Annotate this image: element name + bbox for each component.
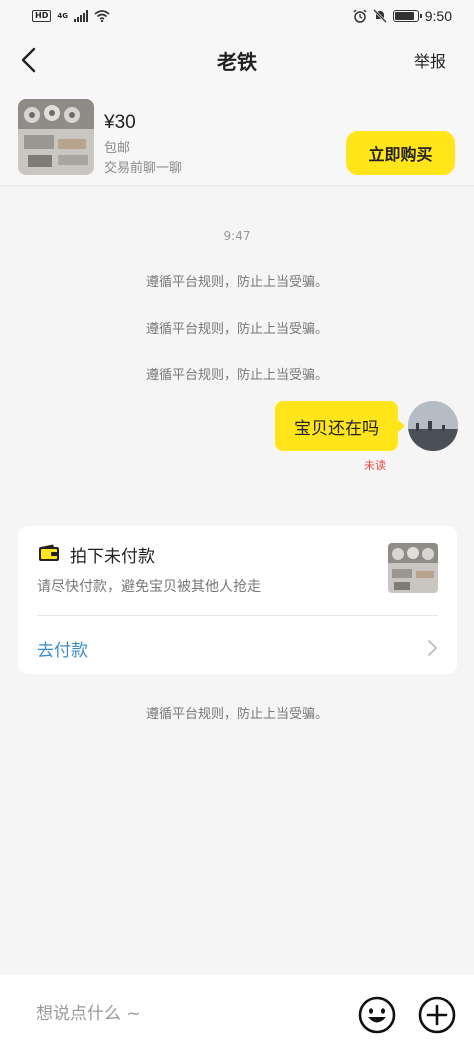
system-notice: 遵循平台规则，防止上当受骗。 [145,275,328,290]
system-notice: 遵循平台规则，防止上当受骗。 [145,368,328,383]
message-input[interactable] [36,999,326,1029]
battery-level-fill [394,12,415,20]
order-card-subtitle: 请尽快付款，避免宝贝被其他人抢走 [37,579,261,595]
unpaid-order-card[interactable]: 拍下未付款 请尽快付款，避免宝贝被其他人抢走 去付款 [18,526,457,674]
signal-icon [73,10,88,22]
battery-icon [392,10,422,22]
chat-area[interactable]: 9:47 遵循平台规则，防止上当受骗。 遵循平台规则，防止上当受骗。 遵循平台规… [0,187,474,975]
alarm-icon [353,9,367,23]
wallet-icon [39,544,59,561]
chevron-right-icon[interactable] [425,638,439,658]
product-header: ¥30 包邮 交易前聊一聊 立即购买 [0,88,474,186]
system-notice: 遵循平台规则，防止上当受骗。 [145,322,328,337]
network-type: 4G [57,12,68,20]
message-timestamp: 9:47 [223,229,251,243]
divider [37,615,438,616]
page-title: 老铁 [217,49,257,74]
avatar[interactable] [408,401,458,451]
clock: 9:50 [424,8,452,24]
wifi-icon [94,10,110,22]
report-button[interactable]: 举报 [414,48,446,72]
system-notice: 遵循平台规则，防止上当受骗。 [145,707,328,722]
nav-bar: 老铁 举报 [0,32,474,88]
product-price: ¥30 [104,112,136,133]
emoji-icon[interactable] [358,996,396,1034]
hd-indicator: HD [32,10,52,22]
composer-bar [0,975,474,1053]
sent-message-bubble[interactable]: 宝贝还在吗 [275,401,405,451]
mute-icon [372,9,387,23]
go-pay-link[interactable]: 去付款 [37,636,88,661]
shipping-label: 包邮 [104,141,131,156]
back-button[interactable] [14,44,46,76]
chevron-left-icon [21,47,36,73]
order-product-image [388,543,438,593]
order-card-title: 拍下未付款 [70,547,155,567]
product-hint: 交易前聊一聊 [104,161,183,176]
status-bar: HD 4G 9:50 [0,0,474,32]
product-image[interactable] [18,99,94,175]
buy-now-button[interactable]: 立即购买 [346,131,455,175]
unread-status: 未读 [364,459,386,472]
plus-icon[interactable] [418,996,456,1034]
